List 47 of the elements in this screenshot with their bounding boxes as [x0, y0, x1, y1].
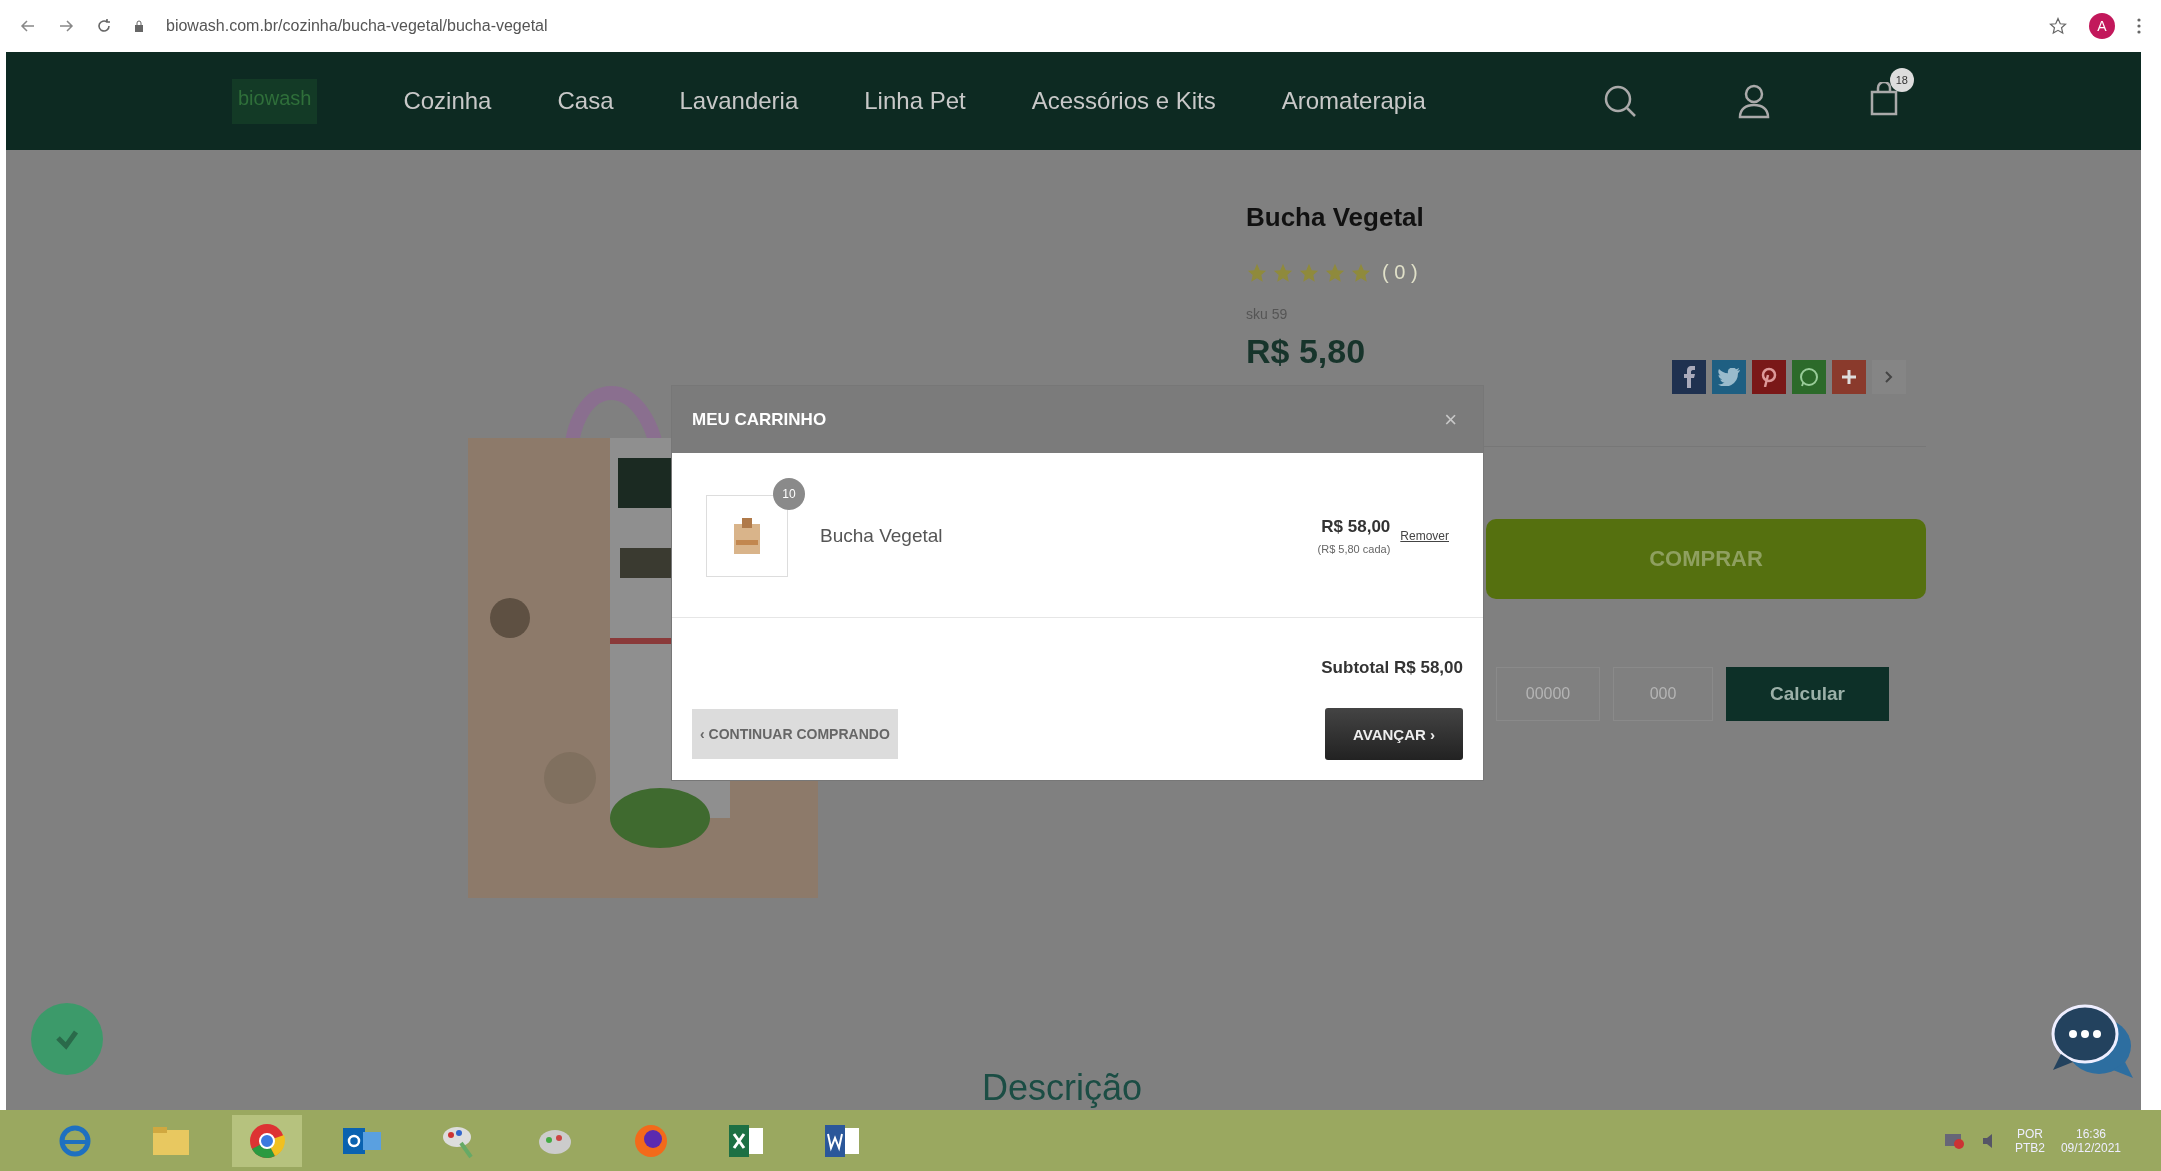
facebook-icon [1682, 366, 1696, 388]
advance-button[interactable]: AVANÇAR › [1325, 708, 1463, 760]
next-arrow-button[interactable] [1872, 360, 1906, 394]
reload-icon[interactable] [96, 18, 112, 34]
calculate-button[interactable]: Calcular [1726, 667, 1889, 721]
plus-icon [1840, 368, 1858, 386]
input-language: POR [2016, 1126, 2043, 1141]
forward-icon[interactable] [58, 18, 74, 34]
unit-price: (R$ 5,80 cada) [1317, 543, 1391, 555]
bookmark-star-icon[interactable] [2049, 17, 2067, 35]
product-title: Bucha Vegetal [1246, 202, 1424, 233]
shopping-bag-icon[interactable] [1869, 82, 1898, 116]
cart-count-badge: 18 [1889, 68, 1914, 92]
item-total: R$ 58,00 [1321, 517, 1391, 537]
description-heading: Descrição [982, 1066, 1143, 1108]
remove-link[interactable]: Remover [1400, 529, 1449, 543]
item-name: Bucha Vegetal [820, 525, 944, 547]
review-count: ( 0 ) [1382, 261, 1418, 284]
clock-time: 16:36 [2075, 1126, 2106, 1141]
nav-link[interactable]: Aromaterapia [1281, 87, 1426, 115]
nav-link[interactable]: Lavanderia [679, 87, 799, 115]
facebook-share-button[interactable] [1672, 360, 1706, 394]
menu-icon[interactable] [2137, 18, 2141, 34]
address-bar[interactable]: biowash.com.br/cozinha/bucha-vegetal/bucha-vegetal [166, 17, 2027, 35]
back-icon[interactable] [20, 18, 36, 34]
nav-link[interactable]: Cozinha [403, 87, 492, 115]
nav-link[interactable]: Acessórios e Kits [1031, 87, 1216, 115]
subtotal: Subtotal R$ 58,00 [1321, 658, 1463, 678]
nav-link[interactable]: Casa [557, 87, 614, 115]
profile-avatar[interactable]: A [2089, 13, 2115, 39]
nav-link[interactable]: Linha Pet [864, 87, 966, 115]
chevron-right-icon [1885, 371, 1893, 383]
whatsapp-icon [1798, 366, 1820, 388]
more-share-button[interactable] [1832, 360, 1866, 394]
lock-icon [134, 20, 144, 32]
pinterest-share-button[interactable] [1752, 360, 1786, 394]
twitter-share-button[interactable] [1712, 360, 1746, 394]
network-icon[interactable] [1942, 1131, 1965, 1150]
pinterest-icon [1759, 367, 1779, 387]
twitter-bird-icon [1718, 368, 1740, 386]
whatsapp-share-button[interactable] [1792, 360, 1826, 394]
chrome-taskbar-icon[interactable] [232, 1114, 302, 1167]
clock-date: 09/12/2021 [2060, 1140, 2121, 1155]
product-price: R$ 5,80 [1246, 332, 1366, 371]
keyboard-layout: PTB2 [2014, 1140, 2045, 1155]
floating-action-button[interactable] [30, 1002, 104, 1076]
user-icon[interactable] [1737, 83, 1770, 119]
